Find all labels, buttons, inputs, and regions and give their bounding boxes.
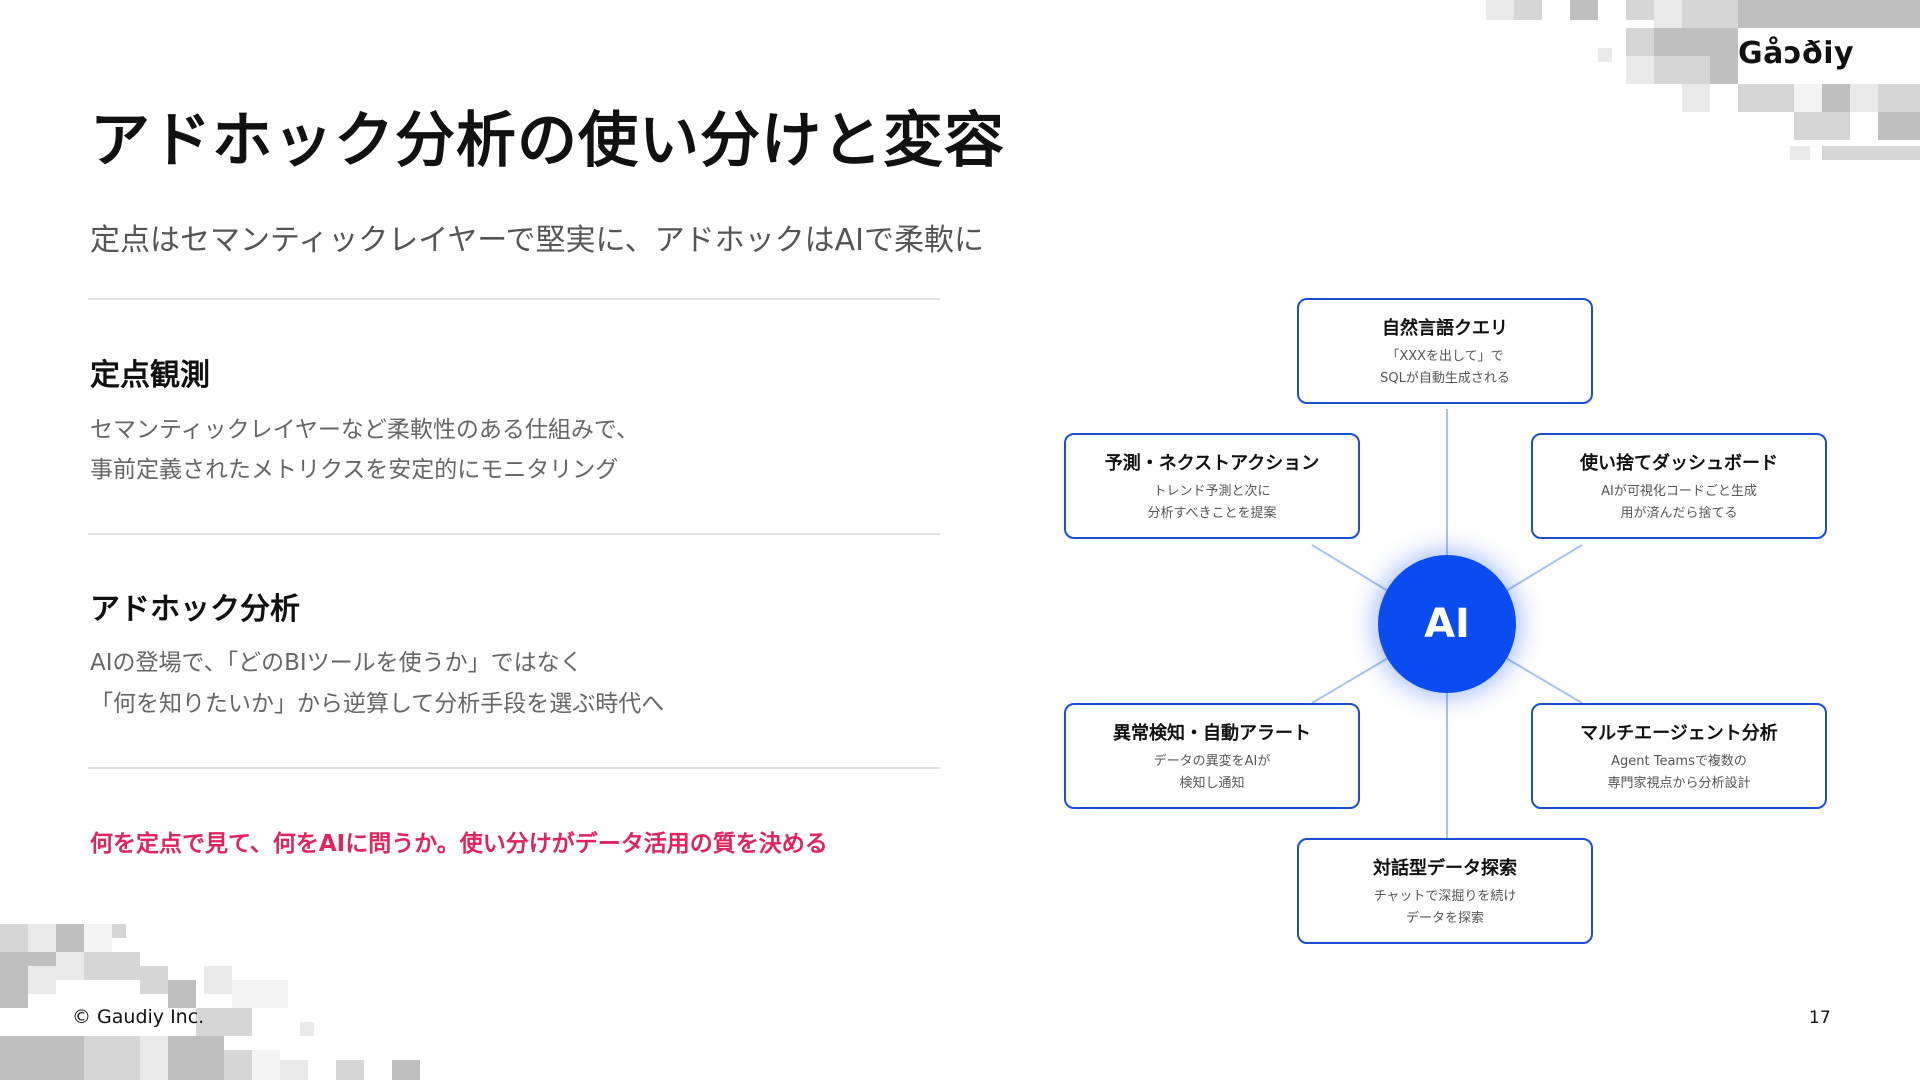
node-description: 「XXXを出して」で xyxy=(1386,349,1504,364)
page-number: 17 xyxy=(1809,1008,1831,1028)
node-title: 対話型データ探索 xyxy=(1373,858,1517,879)
node-title: マルチエージェント分析 xyxy=(1580,723,1778,744)
node-description: Agent Teamsで複数の xyxy=(1611,754,1747,769)
diagram-node-conversational-exploration: 対話型データ探索 チャットで深掘りを続け データを探索 xyxy=(1297,838,1593,944)
footer-copyright: © Gaudiy Inc. xyxy=(72,1006,205,1028)
ai-hub-circle: AI xyxy=(1378,555,1516,693)
node-description: トレンド予測と次に xyxy=(1153,484,1271,499)
node-title: 自然言語クエリ xyxy=(1382,318,1508,339)
node-description: 分析すべきことを提案 xyxy=(1147,506,1277,521)
node-title: 異常検知・自動アラート xyxy=(1113,723,1311,744)
node-description: 検知し通知 xyxy=(1179,776,1245,791)
ai-hub-label: AI xyxy=(1424,601,1470,647)
node-description: SQLが自動生成される xyxy=(1380,371,1510,386)
diagram-node-disposable-dashboard: 使い捨てダッシュボード AIが可視化コードごと生成 用が済んだら捨てる xyxy=(1531,433,1827,539)
node-description: AIが可視化コードごと生成 xyxy=(1601,484,1757,499)
node-description: データの異変をAIが xyxy=(1153,754,1271,769)
node-title: 使い捨てダッシュボード xyxy=(1580,453,1778,474)
hub-connector-lines xyxy=(1311,409,1583,840)
node-description: データを探索 xyxy=(1405,911,1484,926)
node-description: 用が済んだら捨てる xyxy=(1620,506,1738,521)
diagram-node-anomaly-detection: 異常検知・自動アラート データの異変をAIが 検知し通知 xyxy=(1064,703,1360,809)
diagram-node-prediction: 予測・ネクストアクション トレンド予測と次に 分析すべきことを提案 xyxy=(1064,433,1360,539)
node-description: チャットで深掘りを続け xyxy=(1373,889,1517,904)
node-description: 専門家視点から分析設計 xyxy=(1607,776,1751,791)
diagram-node-natural-language-query: 自然言語クエリ 「XXXを出して」で SQLが自動生成される xyxy=(1297,298,1593,404)
node-title: 予測・ネクストアクション xyxy=(1104,453,1320,474)
diagram-node-multi-agent: マルチエージェント分析 Agent Teamsで複数の 専門家視点から分析設計 xyxy=(1531,703,1827,809)
